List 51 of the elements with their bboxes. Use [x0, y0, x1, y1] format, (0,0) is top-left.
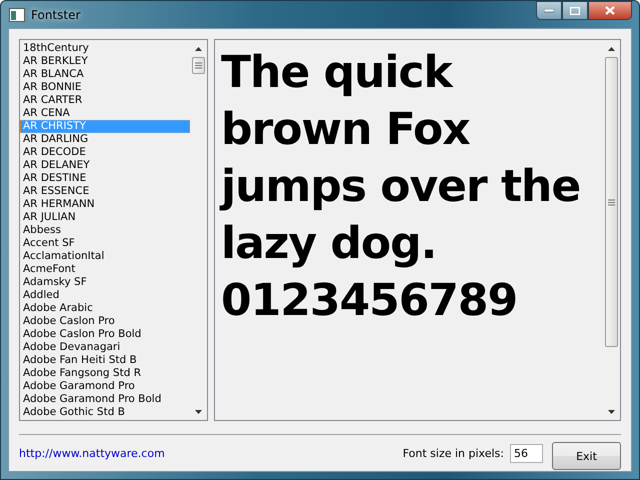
preview-text: The quick — [221, 46, 454, 100]
scroll-thumb[interactable] — [605, 57, 618, 347]
up-arrow-icon[interactable] — [195, 46, 202, 50]
font-list-item[interactable]: Adobe Caslon Pro — [20, 315, 190, 328]
window-title: Fontster — [31, 8, 82, 22]
preview-text: brown Fox — [221, 103, 471, 157]
font-list-item[interactable]: Adobe Garamond Pro — [20, 380, 190, 393]
font-list-item[interactable]: AcclamationItal — [20, 250, 190, 263]
up-arrow-icon[interactable] — [608, 46, 615, 50]
font-list-item[interactable]: Adobe Fan Heiti Std B — [20, 354, 190, 367]
font-list-item[interactable]: AR CARTER — [20, 94, 190, 107]
font-size-label: Font size in pixels: — [402, 446, 504, 460]
font-list-item[interactable]: 18thCentury — [20, 42, 190, 55]
exit-button[interactable]: Exit — [552, 442, 621, 470]
maximize-button[interactable] — [562, 1, 588, 20]
font-list-item[interactable]: AR JULIAN — [20, 211, 190, 224]
preview-text: 0123456789 — [221, 274, 518, 328]
font-list-item[interactable]: Adobe Arabic — [20, 302, 190, 315]
font-list-item[interactable]: AR BLANCA — [20, 68, 190, 81]
font-list-item[interactable]: Abbess — [20, 224, 190, 237]
font-list-item[interactable]: Addled — [20, 289, 190, 302]
font-list-item[interactable]: AR DECODE — [20, 146, 190, 159]
maximize-icon — [570, 6, 580, 14]
font-list-item[interactable]: AR BONNIE — [20, 81, 190, 94]
minimize-icon — [544, 8, 554, 12]
preview-text: lazy dog. — [221, 217, 438, 271]
font-list-item[interactable]: Adobe Devanagari — [20, 341, 190, 354]
font-list-item[interactable]: AR ESSENCE — [20, 185, 190, 198]
close-button[interactable] — [588, 1, 632, 20]
font-list-item[interactable]: AR DARLING — [20, 133, 190, 146]
font-list-item[interactable]: AR CENA — [20, 107, 190, 120]
window-icon — [9, 8, 25, 22]
scroll-thumb[interactable] — [192, 57, 205, 74]
font-list-item[interactable]: Adobe Gothic Std B — [20, 406, 190, 419]
font-list-item[interactable]: AcmeFont — [20, 263, 190, 276]
font-list-item[interactable]: AR HERMANN — [20, 198, 190, 211]
down-arrow-icon[interactable] — [608, 410, 615, 414]
font-list-item[interactable]: AR BERKLEY — [20, 55, 190, 68]
font-list-item[interactable]: AR DELANEY — [20, 159, 190, 172]
font-list-item[interactable]: AR DESTINE — [20, 172, 190, 185]
font-list-item[interactable]: Accent SF — [20, 237, 190, 250]
font-list-item[interactable]: Adamsky SF — [20, 276, 190, 289]
down-arrow-icon[interactable] — [195, 410, 202, 414]
font-list-item[interactable]: Adobe Caslon Pro Bold — [20, 328, 190, 341]
font-list-item[interactable]: Adobe Garamond Pro Bold — [20, 393, 190, 406]
preview-text: jumps over the — [221, 160, 582, 214]
font-list-item[interactable]: Adobe Fangsong Std R — [20, 367, 190, 380]
close-icon — [605, 6, 615, 15]
minimize-button[interactable] — [536, 1, 562, 20]
font-size-field[interactable]: 56 — [510, 444, 543, 462]
website-link[interactable]: http://www.nattyware.com — [19, 446, 397, 460]
